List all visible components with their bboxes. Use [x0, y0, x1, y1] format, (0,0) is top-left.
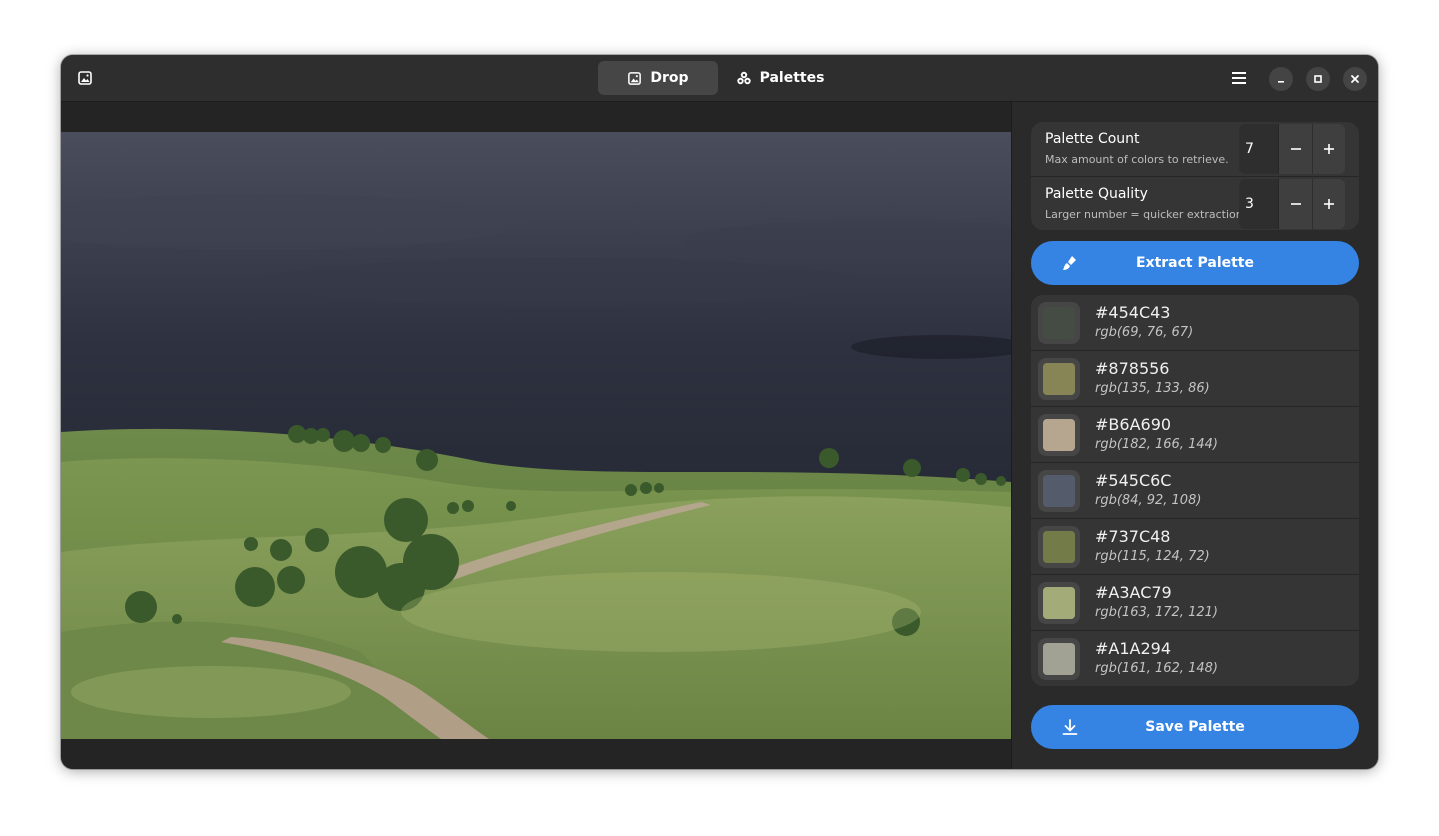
- color-hex: #454C43: [1095, 303, 1171, 322]
- extract-palette-label: Extract Palette: [1135, 255, 1254, 271]
- color-swatch: [1043, 363, 1075, 395]
- color-rgb: rgb(69, 76, 67): [1095, 325, 1194, 340]
- app-image-icon[interactable]: [71, 64, 99, 92]
- brush-icon: [1063, 256, 1076, 270]
- color-swatch: [1043, 419, 1075, 451]
- color-list-item[interactable]: #A1A294 rgb(161, 162, 148): [1031, 631, 1359, 686]
- color-rgb: rgb(182, 166, 144): [1095, 437, 1218, 452]
- color-swatch-frame: [1038, 358, 1080, 400]
- palette-quality-subtitle: Larger number = quicker extraction.: [1045, 208, 1247, 221]
- palette-count-subtitle: Max amount of colors to retrieve.: [1045, 153, 1229, 166]
- app-window: Drop Palettes Palette Count Max amount o…: [61, 55, 1378, 769]
- palette-quality-value[interactable]: 3: [1239, 179, 1279, 229]
- color-swatch: [1043, 531, 1075, 563]
- color-swatch: [1043, 643, 1075, 675]
- maximize-icon: [1314, 75, 1322, 83]
- color-hex: #545C6C: [1095, 471, 1172, 490]
- color-hex: #A1A294: [1095, 639, 1172, 658]
- landscape-photo: [61, 132, 1011, 739]
- palette-quality-title: Palette Quality: [1045, 186, 1148, 202]
- save-palette-label: Save Palette: [1145, 719, 1245, 735]
- color-swatch: [1043, 587, 1075, 619]
- landscape-image: [61, 132, 1011, 739]
- color-rgb: rgb(135, 133, 86): [1095, 381, 1210, 396]
- color-list: #454C43 rgb(69, 76, 67) #878556 rgb(135,…: [1031, 295, 1359, 686]
- color-swatch-frame: [1038, 638, 1080, 680]
- color-hex: #737C48: [1095, 527, 1171, 546]
- palette-count-row: Palette Count Max amount of colors to re…: [1031, 122, 1359, 177]
- color-list-item[interactable]: #A3AC79 rgb(163, 172, 121): [1031, 575, 1359, 631]
- color-list-item[interactable]: #878556 rgb(135, 133, 86): [1031, 351, 1359, 407]
- sidebar: Palette Count Max amount of colors to re…: [1011, 102, 1378, 769]
- tab-drop-label: Drop: [650, 70, 689, 86]
- color-swatch-frame: [1038, 526, 1080, 568]
- palette-count-spinbutton: 7: [1239, 124, 1345, 174]
- drop-area[interactable]: [61, 102, 1011, 769]
- color-swatch-frame: [1038, 582, 1080, 624]
- plus-icon: [1324, 144, 1334, 154]
- minimize-icon: [1278, 81, 1284, 83]
- tab-palettes-label: Palettes: [759, 70, 825, 86]
- color-rgb: rgb(84, 92, 108): [1095, 493, 1202, 508]
- color-list-item[interactable]: #B6A690 rgb(182, 166, 144): [1031, 407, 1359, 463]
- color-list-item[interactable]: #454C43 rgb(69, 76, 67): [1031, 295, 1359, 351]
- color-rgb: rgb(161, 162, 148): [1095, 661, 1218, 676]
- color-hex: #B6A690: [1095, 415, 1172, 434]
- color-list-item[interactable]: #737C48 rgb(115, 124, 72): [1031, 519, 1359, 575]
- minimize-button[interactable]: [1269, 67, 1293, 91]
- color-hex: #A3AC79: [1095, 583, 1172, 602]
- color-rgb: rgb(163, 172, 121): [1095, 605, 1218, 620]
- headerbar: Drop Palettes: [61, 55, 1378, 102]
- palette-count-increment-button[interactable]: [1313, 124, 1345, 174]
- plus-icon: [1324, 199, 1334, 209]
- tab-drop[interactable]: Drop: [598, 61, 718, 95]
- color-swatch-frame: [1038, 302, 1080, 344]
- palette-icon: [736, 71, 751, 85]
- palette-quality-decrement-button[interactable]: [1280, 179, 1313, 229]
- color-swatch-frame: [1038, 470, 1080, 512]
- color-swatch: [1043, 475, 1075, 507]
- hamburger-menu-icon: [1232, 72, 1246, 84]
- settings-group: Palette Count Max amount of colors to re…: [1031, 122, 1359, 230]
- image-icon: [628, 71, 642, 85]
- color-swatch-frame: [1038, 414, 1080, 456]
- palette-count-title: Palette Count: [1045, 131, 1140, 147]
- save-palette-button[interactable]: Save Palette: [1031, 705, 1359, 749]
- palette-quality-row: Palette Quality Larger number = quicker …: [1031, 177, 1359, 230]
- color-rgb: rgb(115, 124, 72): [1095, 549, 1210, 564]
- close-button[interactable]: [1343, 67, 1367, 91]
- color-hex: #878556: [1095, 359, 1170, 378]
- palette-count-decrement-button[interactable]: [1280, 124, 1313, 174]
- palette-quality-spinbutton: 3: [1239, 179, 1345, 229]
- palette-quality-increment-button[interactable]: [1313, 179, 1345, 229]
- minus-icon: [1291, 148, 1301, 150]
- palette-count-value[interactable]: 7: [1239, 124, 1279, 174]
- main-menu-button[interactable]: [1224, 63, 1254, 93]
- maximize-button[interactable]: [1306, 67, 1330, 91]
- close-icon: [1351, 75, 1359, 83]
- minus-icon: [1291, 203, 1301, 205]
- color-list-item[interactable]: #545C6C rgb(84, 92, 108): [1031, 463, 1359, 519]
- extract-palette-button[interactable]: Extract Palette: [1031, 241, 1359, 285]
- download-icon: [1062, 719, 1078, 735]
- tab-palettes[interactable]: Palettes: [727, 61, 833, 95]
- image-icon: [78, 71, 92, 85]
- color-swatch: [1043, 307, 1075, 339]
